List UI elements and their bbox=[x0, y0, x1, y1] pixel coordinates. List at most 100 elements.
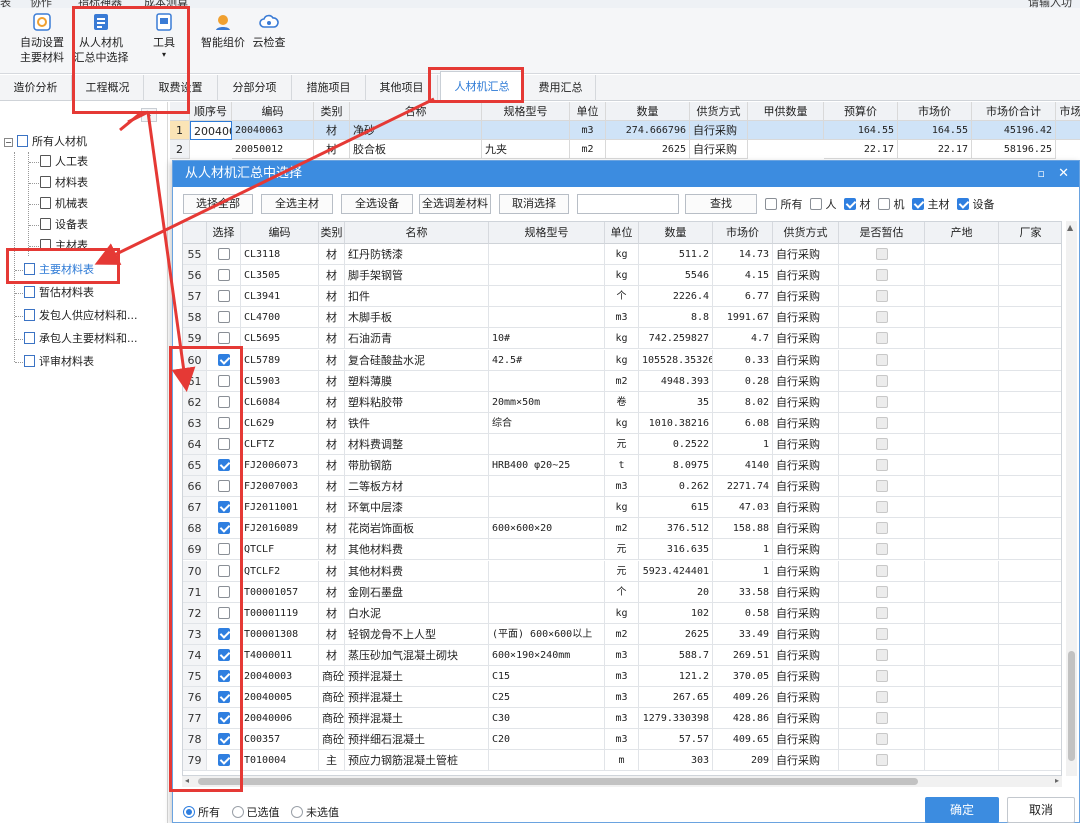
table-row[interactable]: 72 T00001119 材白水泥 kg 102 0.58 自行采购 bbox=[183, 602, 1061, 624]
smart-pricing-button[interactable]: 智能组价 bbox=[196, 8, 250, 50]
column-header[interactable]: 甲供数量 bbox=[748, 102, 824, 121]
tree-item-materials[interactable]: 材料表 bbox=[40, 173, 88, 193]
tab-project-overview[interactable]: 工程概况 bbox=[72, 75, 144, 101]
provisional-checkbox[interactable] bbox=[875, 416, 888, 429]
scroll-up-icon[interactable]: ▲ bbox=[1067, 223, 1073, 232]
ok-button[interactable]: 确定 bbox=[925, 797, 999, 823]
table-row[interactable]: 79 T010004 主预应力钢筋混凝土管桩 m 303 209 自行采购 bbox=[183, 750, 1061, 772]
table-row[interactable]: 64 CLFTZ 材材料费调整元 0.2522 1 自行采购 bbox=[183, 433, 1061, 455]
find-button[interactable]: 查找 bbox=[685, 194, 757, 214]
column-header[interactable]: 市场价 bbox=[713, 222, 773, 244]
maximize-icon[interactable]: ▫ bbox=[1038, 161, 1045, 187]
table-row[interactable]: 68 FJ2016089 材花岗岩饰面板 600×600×20 m2 376.512 158… bbox=[183, 518, 1061, 540]
cancel-button[interactable]: 取消 bbox=[1007, 797, 1075, 823]
tab-divisions[interactable]: 分部分项 bbox=[218, 75, 292, 101]
provisional-checkbox[interactable] bbox=[875, 353, 888, 366]
provisional-checkbox[interactable] bbox=[875, 648, 888, 661]
row-select-checkbox[interactable] bbox=[217, 543, 230, 556]
vertical-scrollbar[interactable]: ▲ bbox=[1066, 221, 1077, 776]
provisional-checkbox[interactable] bbox=[875, 395, 888, 408]
row-select-checkbox[interactable] bbox=[217, 416, 230, 429]
row-select-checkbox[interactable] bbox=[217, 670, 230, 682]
row-select-checkbox[interactable] bbox=[217, 480, 230, 493]
tree-root-all-materials[interactable]: − 所有人材机 bbox=[4, 132, 87, 152]
tree-item-provisional-materials[interactable]: 暂估材料表 bbox=[24, 283, 94, 303]
filter-labor[interactable]: 人 bbox=[810, 198, 837, 211]
tab-cost-summary[interactable]: 费用汇总 bbox=[526, 75, 596, 101]
tree-item-owner-supplied[interactable]: 发包人供应材料和... bbox=[24, 306, 138, 326]
row-select-checkbox[interactable] bbox=[217, 374, 230, 387]
provisional-checkbox[interactable] bbox=[875, 712, 888, 725]
column-header[interactable]: 规格型号 bbox=[482, 102, 570, 121]
column-header[interactable]: 市场价 bbox=[898, 102, 972, 121]
radio-all[interactable]: 所有 bbox=[183, 806, 220, 819]
column-header[interactable]: 数量 bbox=[639, 222, 713, 244]
cloud-check-button[interactable]: 云检查 bbox=[250, 8, 288, 50]
filter-machinery[interactable]: 机 bbox=[878, 198, 905, 211]
table-row[interactable]: 75 20040003 商砼 预拌混凝土 C15 m3 121.2 370.05 自行采购 bbox=[183, 666, 1061, 688]
provisional-checkbox[interactable] bbox=[875, 564, 888, 577]
table-row[interactable]: 76 20040005 商砼 预拌混凝土 C25 m3 267.65 409.26 自行采购 bbox=[183, 687, 1061, 709]
provisional-checkbox[interactable] bbox=[875, 754, 888, 767]
column-header[interactable]: 市场 bbox=[1056, 102, 1080, 121]
row-select-checkbox[interactable] bbox=[217, 353, 230, 366]
row-select-checkbox[interactable] bbox=[217, 564, 230, 577]
provisional-checkbox[interactable] bbox=[875, 311, 888, 324]
row-select-checkbox[interactable] bbox=[217, 395, 230, 408]
row-select-checkbox[interactable] bbox=[217, 290, 230, 303]
horizontal-scrollbar[interactable]: ◂ ▸ bbox=[182, 776, 1062, 787]
row-select-checkbox[interactable] bbox=[217, 501, 230, 514]
row-select-checkbox[interactable] bbox=[217, 648, 230, 661]
provisional-checkbox[interactable] bbox=[875, 522, 888, 535]
tree-item-machinery[interactable]: 机械表 bbox=[40, 194, 88, 214]
tab-measures[interactable]: 措施项目 bbox=[292, 75, 366, 101]
table-row[interactable]: 58 CL4700 材木脚手板 m3 8.8 1991.67 自行采购 bbox=[183, 307, 1061, 329]
scroll-right-icon[interactable]: ▸ bbox=[1055, 776, 1059, 785]
column-header[interactable]: 产地 bbox=[925, 222, 999, 244]
tree-item-review-materials[interactable]: 评审材料表 bbox=[24, 352, 94, 372]
column-header[interactable]: 选择 bbox=[207, 222, 241, 244]
column-header[interactable]: 类别 bbox=[319, 222, 345, 244]
global-search-input[interactable]: 请输入功 bbox=[1028, 0, 1072, 8]
provisional-checkbox[interactable] bbox=[875, 437, 888, 450]
table-row[interactable]: 69 QTCLF 材其他材料费元 316.635 1 自行采购 bbox=[183, 539, 1061, 561]
column-header[interactable]: 类别 bbox=[314, 102, 350, 121]
table-row[interactable]: 61 CL5903 材塑料薄膜 m2 4948.393 0.28 自行采购 bbox=[183, 370, 1061, 392]
provisional-checkbox[interactable] bbox=[875, 501, 888, 514]
row-select-checkbox[interactable] bbox=[217, 248, 230, 260]
row-select-checkbox[interactable] bbox=[217, 522, 230, 535]
table-row[interactable]: 74 T4000011 材蒸压砂加气混凝土砌块 600×190×240mm m3 588.… bbox=[183, 644, 1061, 666]
provisional-checkbox[interactable] bbox=[875, 248, 888, 260]
provisional-checkbox[interactable] bbox=[875, 606, 888, 619]
provisional-checkbox[interactable] bbox=[875, 290, 888, 303]
column-header[interactable]: 供货方式 bbox=[690, 102, 748, 121]
tree-item-key-materials[interactable]: 主要材料表 bbox=[24, 260, 94, 280]
filter-equipment[interactable]: 设备 bbox=[957, 198, 995, 211]
provisional-checkbox[interactable] bbox=[875, 543, 888, 556]
provisional-checkbox[interactable] bbox=[875, 670, 888, 682]
row-select-checkbox[interactable] bbox=[217, 459, 230, 471]
column-header[interactable]: 编码 bbox=[241, 222, 319, 244]
auto-set-main-materials-button[interactable]: 自动设置 主要材料 bbox=[16, 8, 68, 65]
tools-button[interactable]: 工具 ▾ bbox=[144, 8, 184, 60]
filter-all[interactable]: 所有 bbox=[765, 198, 803, 211]
select-all-main-materials-button[interactable]: 全选主材 bbox=[261, 194, 333, 214]
row-select-checkbox[interactable] bbox=[217, 691, 230, 704]
column-header[interactable]: 规格型号 bbox=[489, 222, 605, 244]
table-row[interactable]: 59 CL5695 材石油沥青 10# kg 742.259827 4.7 自行采购 bbox=[183, 328, 1061, 350]
provisional-checkbox[interactable] bbox=[875, 627, 888, 640]
provisional-checkbox[interactable] bbox=[875, 459, 888, 471]
select-all-equipment-button[interactable]: 全选设备 bbox=[341, 194, 413, 214]
table-row[interactable]: 71 T00001057 材金刚石墨盘个 20 33.58 自行采购 bbox=[183, 581, 1061, 603]
column-header[interactable]: 编码 bbox=[232, 102, 314, 121]
row-select-checkbox[interactable] bbox=[217, 712, 230, 725]
tab-cost-analysis[interactable]: 造价分析 bbox=[0, 75, 72, 101]
provisional-checkbox[interactable] bbox=[875, 374, 888, 387]
table-row[interactable]: 62 CL6084 材塑料粘胶带 20mm×50m 卷 35 8.02 自行采购 bbox=[183, 391, 1061, 413]
collapse-sidebar-icon[interactable]: « bbox=[141, 108, 157, 122]
table-row[interactable]: 73 T00001308 材轻钢龙骨不上人型 (平面) 600×600以上 m2 2625… bbox=[183, 623, 1061, 645]
table-row[interactable]: 63 CL629 材铁件 综合 kg 1010.38216 6.08 自行采购 bbox=[183, 412, 1061, 434]
close-icon[interactable]: ✕ bbox=[1058, 161, 1069, 187]
column-header[interactable]: 单位 bbox=[605, 222, 639, 244]
column-header[interactable]: 名称 bbox=[350, 102, 482, 121]
